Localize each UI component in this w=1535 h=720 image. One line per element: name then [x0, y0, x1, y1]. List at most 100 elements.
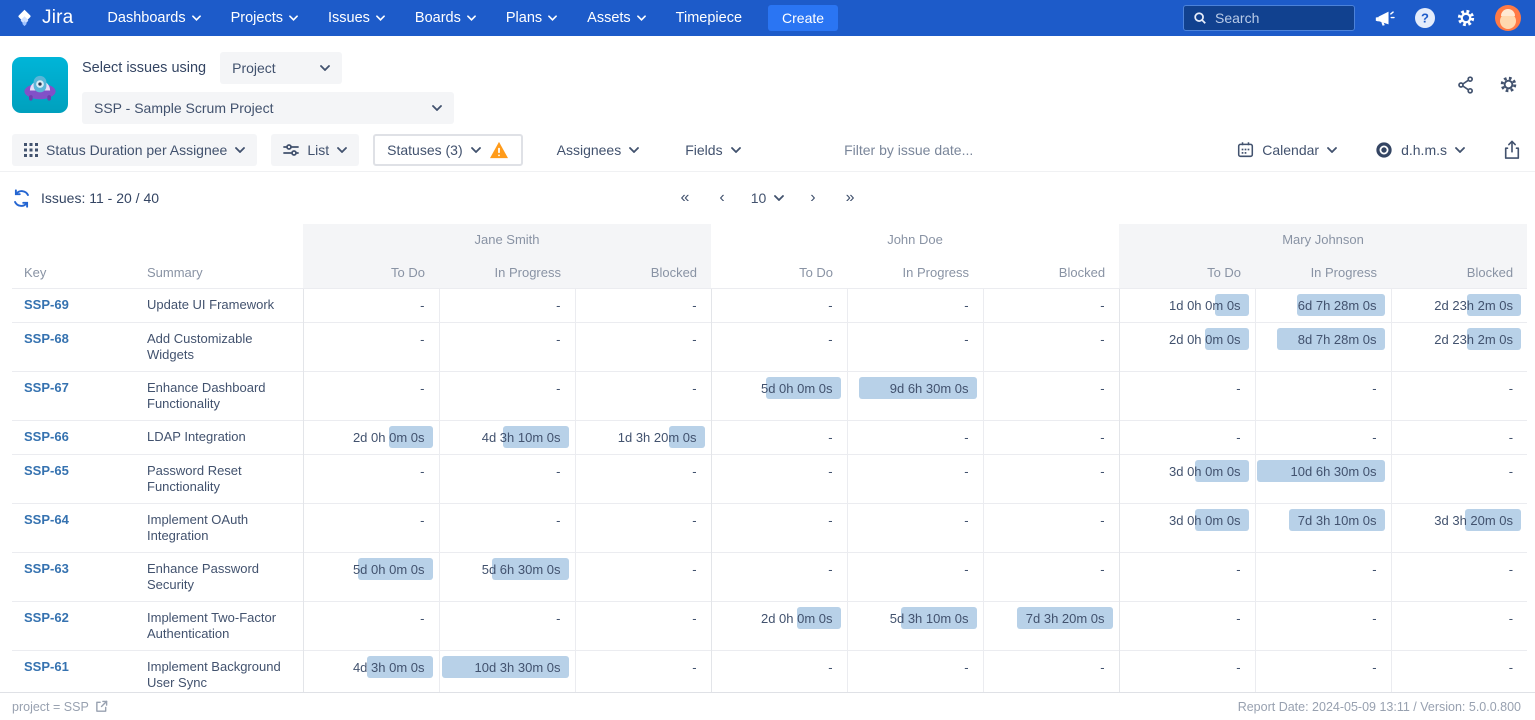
duration-cell: - [983, 503, 1119, 552]
duration-value: - [828, 430, 832, 445]
duration-cell: - [439, 601, 575, 650]
project-select[interactable]: SSP - Sample Scrum Project [82, 92, 454, 124]
report-header: Select issues using Project SSP - Sample… [0, 36, 1535, 128]
issue-date-filter[interactable]: Filter by issue date... [844, 142, 973, 158]
duration-value: - [1100, 660, 1104, 675]
first-page-button[interactable]: « [676, 187, 693, 209]
next-page-button[interactable]: › [806, 187, 819, 209]
duration-value: 9d 6h 30m 0s [890, 381, 969, 396]
duration-cell: 1d 0h 0m 0s [1119, 288, 1255, 322]
assignee-group-header: Jane Smith [303, 224, 711, 254]
duration-value: - [1100, 298, 1104, 313]
duration-cell: - [1391, 650, 1527, 692]
duration-value: 5d 0h 0m 0s [353, 562, 425, 577]
issues-count-label: Issues: 11 - 20 / 40 [41, 190, 159, 206]
duration-value: 2d 0h 0m 0s [761, 611, 833, 626]
duration-value: - [964, 562, 968, 577]
duration-cell: - [711, 650, 847, 692]
nav-item-timepiece[interactable]: Timepiece [676, 10, 742, 26]
duration-cell: 7d 3h 10m 0s [1255, 503, 1391, 552]
jira-logo[interactable]: Jira [14, 7, 73, 29]
duration-cell: - [439, 288, 575, 322]
summary-column-header: Summary [135, 254, 303, 288]
duration-cell: - [711, 503, 847, 552]
refresh-icon [12, 189, 31, 208]
chevron-down-icon [548, 15, 557, 21]
duration-cell: - [1119, 420, 1255, 454]
duration-cell: - [1391, 454, 1527, 503]
issue-key-link[interactable]: SSP-65 [24, 463, 69, 478]
export-button[interactable] [1503, 140, 1521, 160]
duration-cell: - [1255, 650, 1391, 692]
create-button[interactable]: Create [768, 5, 838, 31]
previous-page-button[interactable]: ‹ [715, 187, 728, 209]
issue-key-link[interactable]: SSP-63 [24, 561, 69, 576]
duration-cell: - [847, 322, 983, 371]
issue-key-link[interactable]: SSP-66 [24, 429, 69, 444]
issue-key-link[interactable]: SSP-61 [24, 659, 69, 674]
chevron-down-icon [376, 15, 385, 21]
svg-text:?: ? [1421, 11, 1429, 26]
nav-item-dashboards[interactable]: Dashboards [107, 10, 200, 26]
chevron-down-icon [629, 147, 639, 153]
duration-cell: 4d 3h 10m 0s [439, 420, 575, 454]
page-size-select[interactable]: 10 [751, 190, 785, 206]
nav-item-boards[interactable]: Boards [415, 10, 476, 26]
nav-items: Dashboards Projects Issues Boards Plans Asset… [107, 10, 742, 26]
duration-cell: 2d 23h 2m 0s [1391, 288, 1527, 322]
user-avatar[interactable] [1495, 5, 1521, 31]
nav-item-label: Timepiece [676, 10, 742, 26]
nav-item-plans[interactable]: Plans [506, 10, 557, 26]
chevron-down-icon [192, 15, 201, 21]
search-input[interactable] [1215, 10, 1345, 26]
duration-cell: - [575, 650, 711, 692]
last-page-button[interactable]: » [842, 187, 859, 209]
issue-key-link[interactable]: SSP-67 [24, 380, 69, 395]
search-box[interactable] [1183, 5, 1355, 31]
issue-key-link[interactable]: SSP-64 [24, 512, 69, 527]
select-issues-label: Select issues using [82, 60, 206, 76]
top-navbar: Jira Dashboards Projects Issues Boards Plans… [0, 0, 1535, 36]
duration-cell: - [303, 454, 439, 503]
view-mode-select[interactable]: List [271, 134, 359, 166]
nav-item-issues[interactable]: Issues [328, 10, 385, 26]
chevron-down-icon [471, 147, 481, 153]
status-column-header: Blocked [1391, 254, 1527, 288]
fields-filter[interactable]: Fields [673, 134, 752, 166]
jql-link[interactable]: project = SSP [12, 700, 108, 714]
duration-cell: 5d 3h 10m 0s [847, 601, 983, 650]
issue-source-select[interactable]: Project [220, 52, 342, 84]
help-button[interactable]: ? [1413, 6, 1437, 30]
duration-value: - [1509, 611, 1513, 626]
duration-value: 5d 6h 30m 0s [482, 562, 561, 577]
issue-key-cell: SSP-65 [12, 454, 135, 503]
chevron-down-icon [637, 15, 646, 21]
settings-button[interactable] [1455, 7, 1477, 29]
duration-value: 10d 6h 30m 0s [1291, 464, 1377, 479]
duration-value: 7d 3h 10m 0s [1298, 513, 1377, 528]
calendar-select[interactable]: Calendar [1225, 134, 1349, 166]
share-button[interactable] [1456, 74, 1476, 95]
issue-key-link[interactable]: SSP-62 [24, 610, 69, 625]
issue-key-link[interactable]: SSP-68 [24, 331, 69, 346]
announcements-button[interactable] [1373, 8, 1395, 28]
assignees-filter[interactable]: Assignees [545, 134, 652, 166]
help-icon: ? [1413, 6, 1437, 30]
nav-item-assets[interactable]: Assets [587, 10, 646, 26]
duration-cell: 5d 0h 0m 0s [711, 371, 847, 420]
duration-value: 10d 3h 30m 0s [474, 660, 560, 675]
duration-cell: 9d 6h 30m 0s [847, 371, 983, 420]
duration-cell: - [711, 420, 847, 454]
report-type-select[interactable]: Status Duration per Assignee [12, 134, 257, 166]
refresh-button[interactable] [12, 189, 31, 208]
duration-value: - [692, 332, 696, 347]
duration-value: - [1100, 562, 1104, 577]
report-settings-button[interactable] [1498, 74, 1519, 95]
duration-format-select[interactable]: d.h.m.s [1363, 134, 1477, 166]
chevron-down-icon [731, 147, 741, 153]
statuses-filter[interactable]: Statuses (3) [373, 134, 522, 166]
nav-item-projects[interactable]: Projects [231, 10, 298, 26]
issue-key-link[interactable]: SSP-69 [24, 297, 69, 312]
table-row: SSP-67Enhance Dashboard Functionality---… [12, 371, 1527, 420]
duration-cell: - [1391, 552, 1527, 601]
